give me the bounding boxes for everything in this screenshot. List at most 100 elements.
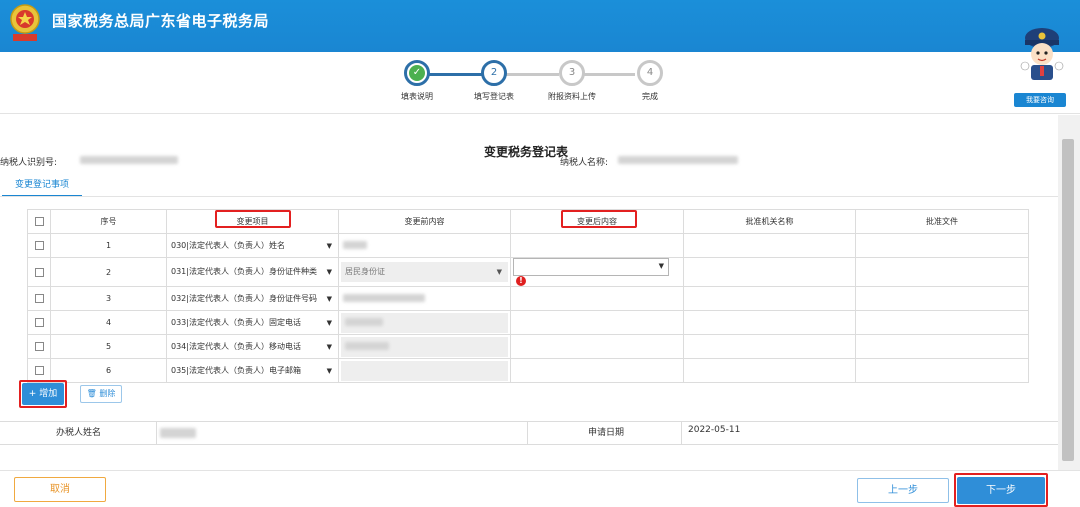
approval-document-cell[interactable]: [855, 358, 1029, 383]
change-items-table: 序号 变更项目 变更前内容 变更后内容 批准机关名称 批准文件 1 030|法定…: [27, 209, 1029, 383]
step-label: 完成: [642, 92, 658, 101]
after-content-cell[interactable]: [510, 233, 684, 258]
vertical-scrollbar[interactable]: [1058, 115, 1080, 470]
row-checkbox[interactable]: [34, 294, 44, 303]
step-fill-form: 2 填写登记表: [459, 60, 529, 102]
approval-document-cell[interactable]: [855, 233, 1029, 258]
table-row: 1 030|法定代表人（负责人）姓名 ▼: [27, 233, 1029, 258]
after-content-cell[interactable]: [510, 334, 684, 359]
change-item-select[interactable]: 030|法定代表人（负责人）姓名 ▼: [171, 237, 334, 255]
before-content-value: 居民身份证: [345, 267, 385, 276]
highlight-next-button: [954, 473, 1048, 507]
before-content-select: 居民身份证 ▼: [341, 262, 508, 282]
cell-divider: [156, 422, 157, 445]
step-done-circle: ✓: [404, 60, 430, 86]
dropdown-arrow-icon: ▼: [326, 241, 332, 250]
dropdown-arrow-icon: ▼: [326, 342, 332, 351]
after-content-cell[interactable]: [510, 286, 684, 311]
change-item-select[interactable]: 034|法定代表人（负责人）移动电话 ▼: [171, 338, 334, 356]
checkmark-icon: ✓: [409, 65, 425, 81]
step-label: 填写登记表: [474, 92, 514, 101]
scrollbar-thumb[interactable]: [1062, 139, 1074, 461]
row-number: 3: [50, 286, 167, 311]
change-item-select[interactable]: 033|法定代表人（负责人）固定电话 ▼: [171, 314, 334, 332]
approval-authority-cell[interactable]: [683, 310, 856, 335]
error-icon: !: [516, 276, 526, 286]
tax-bureau-emblem-icon: [10, 4, 40, 41]
redacted-before-value: [343, 240, 367, 249]
before-content-field: [341, 360, 508, 381]
approval-authority-cell[interactable]: [683, 257, 856, 287]
highlight-after-content-header: [561, 210, 637, 228]
dropdown-arrow-icon: ▼: [496, 268, 502, 276]
table-row: 5 034|法定代表人（负责人）移动电话 ▼: [27, 334, 1029, 359]
delete-row-button[interactable]: 🗑 删除: [80, 385, 122, 403]
after-content-cell[interactable]: [510, 358, 684, 383]
cell-divider: [681, 422, 682, 445]
highlight-add-button: [19, 380, 67, 408]
redacted-taxpayer-name: [618, 156, 738, 164]
change-item-value: 035|法定代表人（负责人）电子邮箱: [171, 365, 301, 375]
approval-authority-cell[interactable]: [683, 334, 856, 359]
select-all-checkbox[interactable]: [34, 217, 44, 226]
row-checkbox[interactable]: [34, 241, 44, 250]
row-number: 1: [50, 233, 167, 258]
applicant-info-row: 办税人姓名 申请日期 2022-05-11: [0, 421, 1058, 445]
apply-date-label: 申请日期: [588, 428, 625, 438]
column-header: 变更前内容: [338, 209, 511, 234]
redacted-before-value: [343, 293, 425, 302]
row-checkbox[interactable]: [34, 366, 44, 375]
row-number: 2: [50, 257, 167, 287]
taxpayer-id-label: 纳税人识别号:: [0, 158, 58, 168]
change-item-value: 031|法定代表人（负责人）身份证件种类: [171, 267, 317, 276]
step-number: 2: [481, 60, 507, 86]
row-checkbox[interactable]: [34, 267, 44, 277]
redacted-taxpayer-id: [80, 156, 178, 164]
after-content-select[interactable]: ▼: [513, 258, 669, 276]
change-item-select[interactable]: 031|法定代表人（负责人）身份证件种类 ▼: [171, 263, 334, 281]
approval-document-cell[interactable]: [855, 286, 1029, 311]
step-upload-attachments: 3 附报资料上传: [537, 60, 607, 102]
table-row: 3 032|法定代表人（负责人）身份证件号码 ▼: [27, 286, 1029, 311]
row-number: 4: [50, 310, 167, 335]
approval-document-cell[interactable]: [855, 257, 1029, 287]
step-label: 附报资料上传: [548, 92, 596, 101]
column-header: 序号: [50, 209, 167, 234]
dropdown-arrow-icon: ▼: [326, 294, 332, 303]
step-progress: ✓ 填表说明 2 填写登记表 3 附报资料上传 4 完成: [0, 52, 1080, 114]
assistant-mascot-icon[interactable]: [1014, 22, 1070, 84]
cancel-button[interactable]: 取消: [14, 477, 106, 502]
approval-document-cell[interactable]: [855, 334, 1029, 359]
previous-step-button[interactable]: 上一步: [857, 478, 949, 503]
row-checkbox[interactable]: [34, 318, 44, 327]
approval-authority-cell[interactable]: [683, 358, 856, 383]
dropdown-arrow-icon: ▼: [326, 318, 332, 327]
footer-bar: 取消 上一步 下一步: [0, 470, 1080, 507]
after-content-cell[interactable]: [510, 310, 684, 335]
table-row: 2 031|法定代表人（负责人）身份证件种类 ▼ 居民身份证 ▼ ▼!: [27, 257, 1029, 287]
row-checkbox[interactable]: [34, 342, 44, 351]
step-number: 4: [637, 60, 663, 86]
approval-document-cell[interactable]: [855, 310, 1029, 335]
form-title: 变更税务登记表: [484, 145, 569, 159]
approval-authority-cell[interactable]: [683, 233, 856, 258]
agent-name-label: 办税人姓名: [56, 428, 102, 438]
delete-label: 删除: [99, 389, 116, 398]
tab-divider: [0, 196, 1058, 197]
site-title: 国家税务总局广东省电子税务局: [52, 12, 270, 30]
step-number: 3: [559, 60, 585, 86]
table-header-row: 序号 变更项目 变更前内容 变更后内容 批准机关名称 批准文件: [27, 209, 1029, 234]
select-all-cell: [27, 209, 51, 234]
cell-divider: [527, 422, 528, 445]
tab-change-items[interactable]: 变更登记事项: [2, 175, 82, 197]
trash-icon: 🗑: [86, 389, 97, 398]
consult-button[interactable]: 我要咨询: [1014, 93, 1066, 107]
step-fill-instructions: ✓ 填表说明: [382, 60, 452, 102]
redacted-agent-name: [160, 428, 196, 438]
approval-authority-cell[interactable]: [683, 286, 856, 311]
change-item-select[interactable]: 035|法定代表人（负责人）电子邮箱 ▼: [171, 362, 334, 380]
dropdown-arrow-icon: ▼: [326, 366, 332, 375]
dropdown-arrow-icon: ▼: [658, 262, 664, 270]
redacted-before-value: [345, 318, 383, 326]
change-item-select[interactable]: 032|法定代表人（负责人）身份证件号码 ▼: [171, 290, 334, 308]
